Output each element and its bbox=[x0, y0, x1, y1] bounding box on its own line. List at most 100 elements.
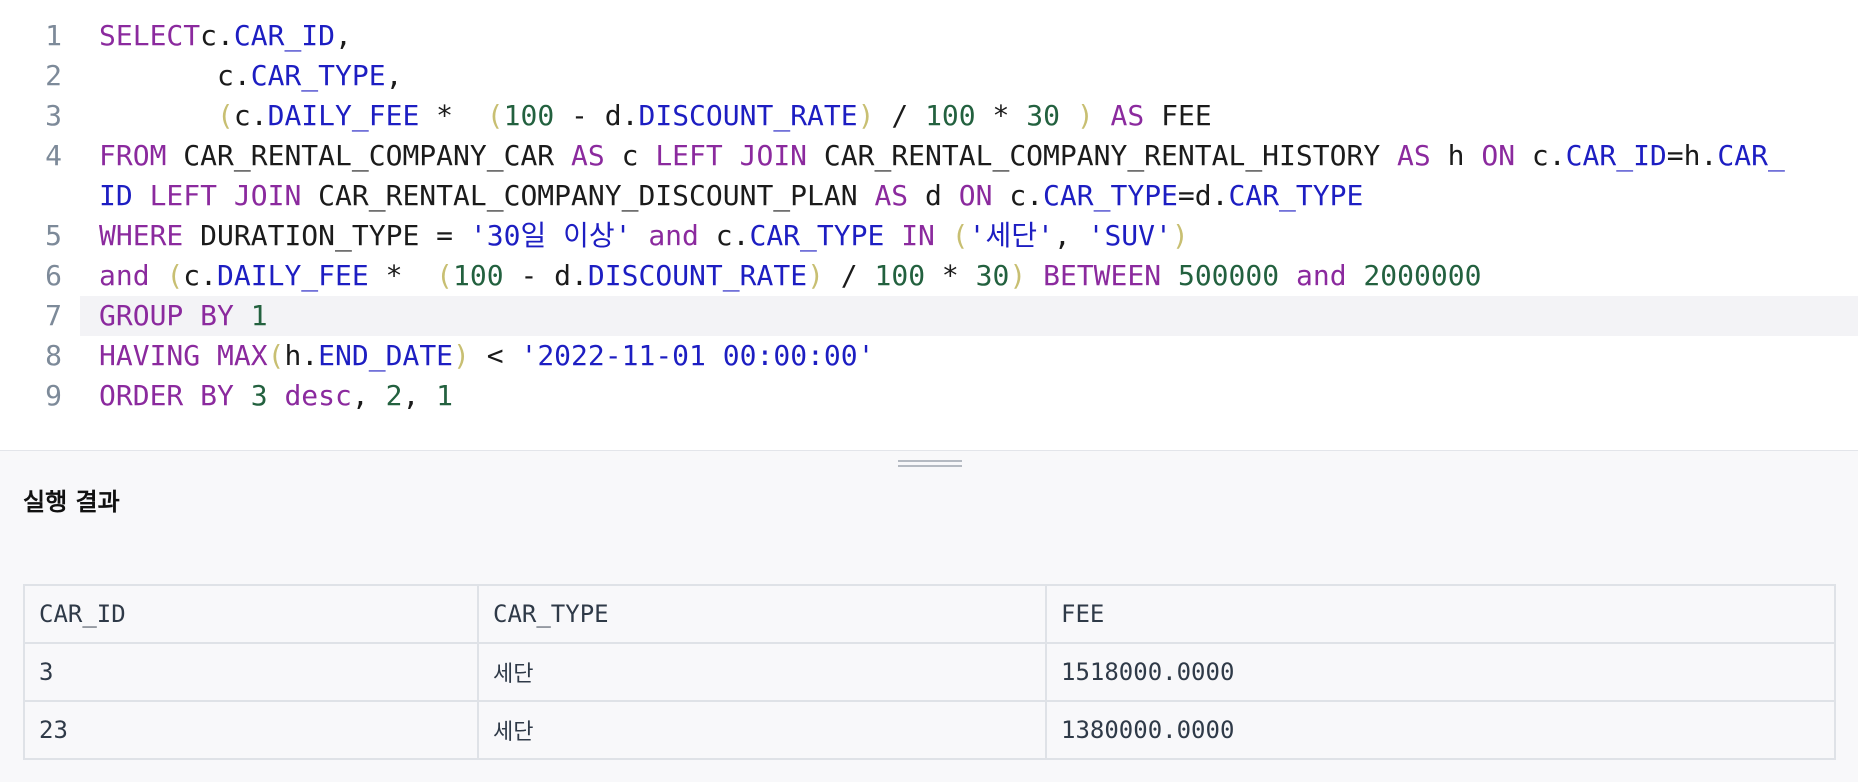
code-token: =d bbox=[1177, 179, 1212, 212]
code-token: . bbox=[621, 99, 639, 132]
table-row: 3 세단 1518000.0000 bbox=[23, 642, 1836, 702]
code-token: 500000 bbox=[1177, 259, 1280, 292]
column-header-car-id: CAR_ID bbox=[23, 584, 479, 644]
cell-car-id: 23 bbox=[23, 700, 479, 760]
code-token: , bbox=[1053, 219, 1088, 252]
drag-grip-icon bbox=[898, 465, 962, 467]
code-line: 4 FROM CAR_RENTAL_COMPANY_CAR AS c LEFT J… bbox=[0, 136, 1858, 176]
code-token: CAR_TYPE bbox=[749, 219, 885, 252]
column-header-fee: FEE bbox=[1045, 584, 1836, 644]
code-token: 2000000 bbox=[1363, 259, 1482, 292]
code-token: . bbox=[732, 219, 750, 252]
code-token: MAX bbox=[217, 339, 268, 372]
code-token: and bbox=[648, 219, 699, 252]
code-token: , bbox=[385, 59, 403, 92]
drag-grip-icon bbox=[898, 460, 962, 462]
code-token: ) bbox=[1171, 219, 1189, 252]
code-token: h bbox=[284, 339, 302, 372]
code-token: CAR_TYPE bbox=[1043, 179, 1178, 212]
code-token: 100 bbox=[503, 99, 555, 132]
resize-handle[interactable] bbox=[898, 460, 962, 474]
code-token: LEFT JOIN bbox=[655, 139, 808, 172]
code-token: and bbox=[99, 259, 150, 292]
code-token: ( bbox=[951, 219, 969, 252]
code-text: GROUP BY 1 bbox=[99, 296, 268, 336]
code-token: '세단' bbox=[968, 219, 1054, 252]
sql-editor[interactable]: 1 SELECTc.CAR_ID, 2 c.CAR_TYPE, 3 (c.DAIL… bbox=[0, 0, 1858, 450]
code-token: =h bbox=[1666, 139, 1701, 172]
code-text: (c.DAILY_FEE * (100 - d.DISCOUNT_RATE) /… bbox=[99, 96, 1212, 136]
line-number: 4 bbox=[45, 139, 62, 172]
code-token: , bbox=[335, 19, 352, 52]
code-line: 6 and (c.DAILY_FEE * (100 - d.DISCOUNT_RA… bbox=[0, 256, 1858, 296]
code-token: * bbox=[925, 259, 976, 292]
cell-car-type: 세단 bbox=[477, 700, 1047, 760]
column-header-car-type: CAR_TYPE bbox=[477, 584, 1047, 644]
code-token: . bbox=[217, 19, 234, 52]
code-token: CAR_TYPE bbox=[250, 59, 386, 92]
code-token: c bbox=[604, 139, 656, 172]
code-token: - d bbox=[503, 259, 572, 292]
code-token: , bbox=[402, 379, 437, 412]
code-token: 1 bbox=[250, 299, 268, 332]
code-text: FROM CAR_RENTAL_COMPANY_CAR AS c LEFT JO… bbox=[99, 136, 1785, 176]
code-token: ( bbox=[436, 259, 454, 292]
cell-car-id: 3 bbox=[23, 642, 479, 702]
line-number: 6 bbox=[45, 259, 62, 292]
line-number: 5 bbox=[45, 219, 62, 252]
code-token: . bbox=[1548, 139, 1566, 172]
code-token: CAR_RENTAL_COMPANY_RENTAL_HISTORY bbox=[807, 139, 1398, 172]
code-token: 100 bbox=[874, 259, 926, 292]
table-header-row: CAR_ID CAR_TYPE FEE bbox=[23, 584, 1836, 644]
code-token: ) bbox=[1076, 99, 1094, 132]
code-token: AS bbox=[1397, 139, 1431, 172]
code-token: LEFT JOIN bbox=[149, 179, 302, 212]
code-token: DURATION_TYPE = bbox=[183, 219, 470, 252]
code-token: c bbox=[183, 259, 201, 292]
code-token: c bbox=[992, 179, 1027, 212]
code-token: 100 bbox=[925, 99, 976, 132]
code-token: d bbox=[908, 179, 959, 212]
code-token: AS bbox=[571, 139, 605, 172]
code-token: 3 bbox=[250, 379, 268, 412]
code-token: . bbox=[301, 339, 319, 372]
code-token: desc bbox=[284, 379, 352, 412]
code-line-wrapped: ID LEFT JOIN CAR_RENTAL_COMPANY_DISCOUNT… bbox=[0, 176, 1858, 216]
code-token: HAVING bbox=[99, 339, 201, 372]
code-token: AS bbox=[874, 179, 909, 212]
code-token: GROUP BY bbox=[99, 299, 234, 332]
code-token: . bbox=[1211, 179, 1229, 212]
cell-car-type: 세단 bbox=[477, 642, 1047, 702]
code-line: 7 GROUP BY 1 bbox=[0, 296, 1858, 336]
line-number: 8 bbox=[45, 339, 62, 372]
code-token: END_DATE bbox=[318, 339, 454, 372]
code-token: h bbox=[1430, 139, 1482, 172]
code-token: / bbox=[823, 259, 875, 292]
code-line: 9 ORDER BY 3 desc, 2, 1 bbox=[0, 376, 1858, 416]
code-line: 1 SELECTc.CAR_ID, bbox=[0, 16, 1858, 56]
code-token: . bbox=[1700, 139, 1718, 172]
code-token: '2022-11-01 00:00:00' bbox=[520, 339, 875, 372]
code-token: c bbox=[200, 19, 218, 52]
results-table: CAR_ID CAR_TYPE FEE 3 세단 1518000.0000 23… bbox=[23, 584, 1836, 760]
code-token: CAR_TYPE bbox=[1228, 179, 1364, 212]
code-line: 2 c.CAR_TYPE, bbox=[0, 56, 1858, 96]
code-token: ( bbox=[486, 99, 504, 132]
code-token: . bbox=[233, 59, 251, 92]
code-token: c bbox=[698, 219, 733, 252]
code-token: ) bbox=[857, 99, 875, 132]
code-token: DAILY_FEE bbox=[217, 259, 369, 292]
code-token: ) bbox=[453, 339, 470, 372]
